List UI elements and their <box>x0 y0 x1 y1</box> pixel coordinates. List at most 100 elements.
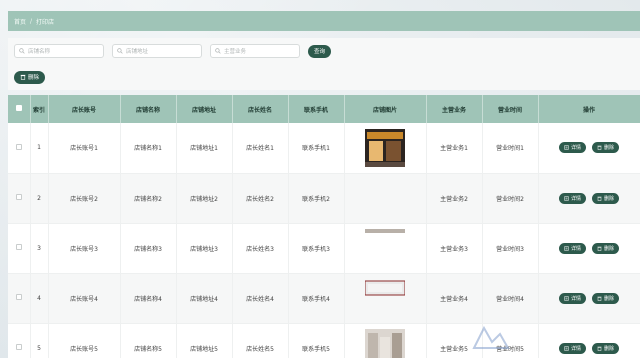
breadcrumb-current: 打印店 <box>36 18 55 26</box>
header-actions: 操作 <box>538 95 640 123</box>
table-row: 3 店长账号3 店铺名称3 店铺地址3 店长姓名3 联系手机3 主营业务3 营业时间3 详情 删除 <box>8 223 640 274</box>
detail-label: 详情 <box>570 295 581 302</box>
detail-icon <box>564 145 569 150</box>
breadcrumb-home[interactable]: 首页 <box>14 17 26 26</box>
row-checkbox[interactable] <box>15 294 22 300</box>
row-checkbox[interactable] <box>15 244 22 250</box>
row-select-cell[interactable] <box>8 223 31 274</box>
watermark <box>466 314 626 354</box>
table-row: 2 店长账号2 店铺名称2 店铺地址2 店长姓名2 联系手机2 主营业务2 营业时间2 详情 删除 <box>8 173 640 224</box>
cell-business: 主营业务2 <box>426 173 483 224</box>
cell-actions: 详情 删除 <box>538 223 640 274</box>
delete-button[interactable]: 删除 <box>592 242 620 254</box>
shop-name-placeholder: 店铺名称 <box>28 49 51 55</box>
action-bar: 删除 <box>8 64 640 90</box>
cell-account: 店长账号3 <box>48 223 121 274</box>
trash-icon <box>597 146 602 150</box>
row-checkbox[interactable] <box>15 194 22 200</box>
shop-image[interactable] <box>365 179 405 217</box>
cell-shop-name: 店铺名称1 <box>120 123 177 174</box>
delete-label: 删除 <box>604 245 615 252</box>
delete-button[interactable]: 删除 <box>592 292 620 304</box>
shop-image[interactable] <box>365 329 405 358</box>
cell-hours: 营业时间2 <box>482 173 539 224</box>
row-select-cell[interactable] <box>8 123 31 174</box>
search-icon <box>117 48 123 54</box>
delete-label: 删除 <box>604 145 615 152</box>
cell-phone: 联系手机1 <box>288 123 345 174</box>
cell-manager: 店长姓名1 <box>232 123 289 174</box>
header-account: 店长账号 <box>48 95 121 123</box>
cell-image <box>344 123 427 174</box>
cell-manager: 店长姓名5 <box>232 323 289 358</box>
detail-icon <box>564 295 569 301</box>
header-business: 主营业务 <box>426 95 483 123</box>
shop-address-search-input[interactable]: 店铺地址 <box>112 44 202 58</box>
trash-icon <box>597 246 602 251</box>
cell-manager: 店长姓名2 <box>232 173 289 224</box>
main-business-search-input[interactable]: 主营业务 <box>210 44 300 58</box>
cell-shop-name: 店铺名称3 <box>120 223 177 274</box>
cell-shop-name: 店铺名称5 <box>120 323 177 358</box>
cell-account: 店长账号5 <box>48 323 121 358</box>
select-all-cell[interactable] <box>8 95 31 123</box>
shop-address-placeholder: 店铺地址 <box>126 49 149 55</box>
detail-label: 详情 <box>570 145 581 152</box>
detail-label: 详情 <box>570 245 581 252</box>
cell-index: 1 <box>30 123 49 174</box>
row-checkbox[interactable] <box>15 344 22 350</box>
cell-account: 店长账号4 <box>48 273 121 324</box>
detail-button[interactable]: 详情 <box>558 292 586 304</box>
shop-image[interactable] <box>365 229 405 267</box>
cell-account: 店长账号2 <box>48 173 121 224</box>
watermark-logo <box>472 325 510 349</box>
cell-business: 主营业务3 <box>426 223 483 274</box>
detail-label: 详情 <box>570 195 581 202</box>
cell-image <box>344 223 427 274</box>
cell-manager: 店长姓名3 <box>232 223 289 274</box>
detail-button[interactable]: 详情 <box>558 142 586 154</box>
table-header-row: 索引 店长账号 店铺名称 店铺地址 店长姓名 联系手机 店铺图片 主营业务 营业… <box>8 95 640 123</box>
search-bar: 店铺名称 店铺地址 主营业务 查询 <box>8 38 640 64</box>
breadcrumb: 首页 / 打印店 <box>8 11 640 31</box>
batch-delete-button[interactable]: 删除 <box>14 70 46 84</box>
select-all-checkbox[interactable] <box>15 105 22 111</box>
cell-shop-address: 店铺地址3 <box>176 223 233 274</box>
delete-label: 删除 <box>604 295 615 302</box>
delete-button[interactable]: 删除 <box>592 192 620 204</box>
cell-phone: 联系手机4 <box>288 273 345 324</box>
cell-shop-name: 店铺名称4 <box>120 273 177 324</box>
row-checkbox[interactable] <box>15 143 22 150</box>
delete-label: 删除 <box>604 195 615 202</box>
header-manager: 店长姓名 <box>232 95 289 123</box>
trash-icon <box>597 196 602 201</box>
table-row: 1 店长账号1 店铺名称1 店铺地址1 店长姓名1 联系手机1 主营业务1 营业时间1 详情 删除 <box>8 123 640 174</box>
header-phone: 联系手机 <box>288 95 345 123</box>
cell-hours: 营业时间1 <box>482 123 539 174</box>
cell-image <box>344 273 427 324</box>
shop-image[interactable] <box>364 279 406 317</box>
row-select-cell[interactable] <box>8 173 31 224</box>
cell-actions: 详情 删除 <box>538 123 640 174</box>
cell-actions: 详情 删除 <box>538 173 640 224</box>
header-image: 店铺图片 <box>344 95 427 123</box>
detail-icon <box>564 195 569 201</box>
trash-icon <box>597 296 602 301</box>
batch-delete-label: 删除 <box>28 75 40 81</box>
shop-image[interactable] <box>365 128 405 167</box>
cell-index: 4 <box>30 273 49 324</box>
cell-image <box>344 173 427 224</box>
cell-account: 店长账号1 <box>48 123 121 174</box>
header-hours: 营业时间 <box>482 95 539 123</box>
cell-index: 5 <box>30 323 49 358</box>
search-button[interactable]: 查询 <box>308 44 332 58</box>
cell-hours: 营业时间3 <box>482 223 539 274</box>
row-select-cell[interactable] <box>8 273 31 324</box>
detail-button[interactable]: 详情 <box>558 242 586 254</box>
cell-phone: 联系手机2 <box>288 173 345 224</box>
cell-image <box>344 323 427 358</box>
shop-name-search-input[interactable]: 店铺名称 <box>14 44 104 58</box>
row-select-cell[interactable] <box>8 323 31 358</box>
delete-button[interactable]: 删除 <box>592 142 620 154</box>
detail-button[interactable]: 详情 <box>558 192 586 204</box>
